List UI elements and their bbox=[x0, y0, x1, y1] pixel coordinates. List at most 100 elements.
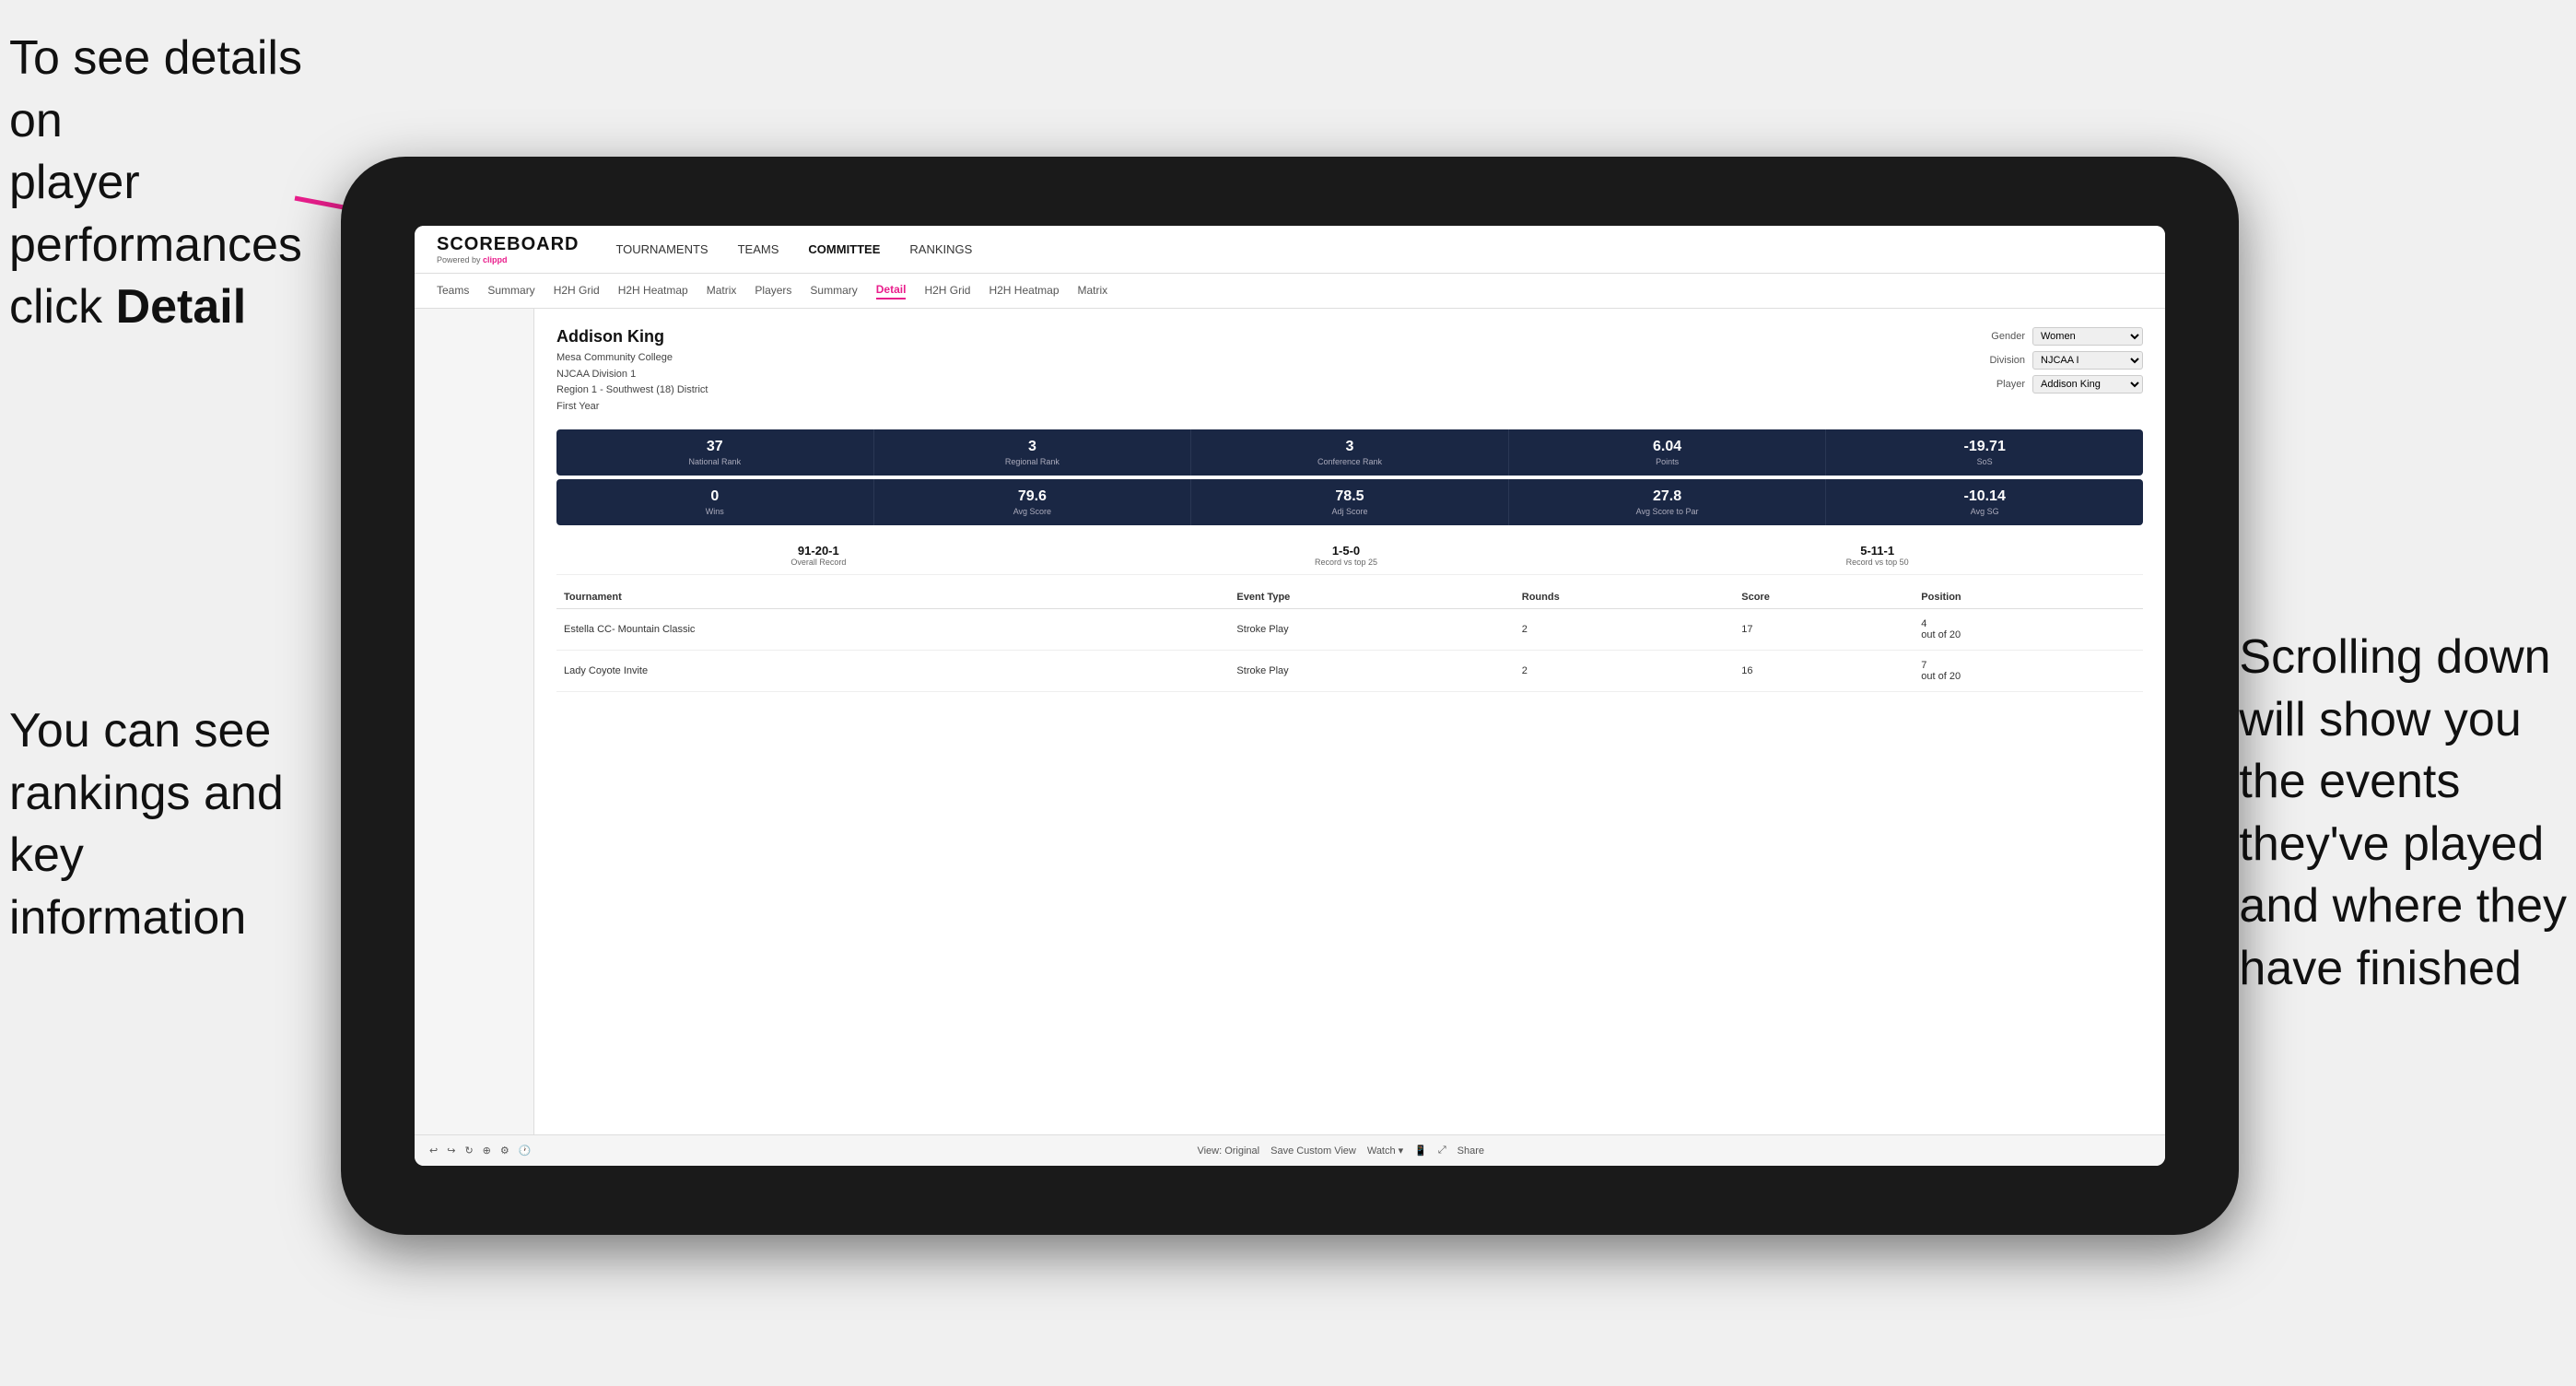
share-label: Share bbox=[1458, 1145, 1484, 1157]
subnav-h2h-grid[interactable]: H2H Grid bbox=[554, 284, 600, 299]
annotation-line3: click bbox=[9, 280, 116, 334]
subnav-summary2[interactable]: Summary bbox=[810, 284, 857, 299]
player-division: NJCAA Division 1 bbox=[556, 367, 708, 383]
clock-button[interactable]: 🕐 bbox=[519, 1145, 532, 1157]
col-spacer bbox=[1167, 586, 1229, 609]
annotation-r2: will show you bbox=[2239, 693, 2521, 746]
player-info: Addison King Mesa Community College NJCA… bbox=[556, 327, 708, 415]
annotation-r5: and where they bbox=[2239, 879, 2567, 933]
stat-cell: 37National Rank bbox=[556, 429, 874, 476]
cell-score: 16 bbox=[1734, 651, 1914, 692]
refresh-button[interactable]: ↻ bbox=[464, 1145, 473, 1157]
save-custom-button[interactable]: Save Custom View bbox=[1270, 1145, 1356, 1157]
stat-cell: 3Conference Rank bbox=[1191, 429, 1509, 476]
cell-position: 7 out of 20 bbox=[1914, 651, 2143, 692]
tablet: SCOREBOARD Powered by clippd TOURNAMENTS… bbox=[341, 157, 2239, 1235]
stat-cell: 27.8Avg Score to Par bbox=[1509, 479, 1827, 525]
player-college: Mesa Community College bbox=[556, 350, 708, 367]
cell-tournament: Estella CC- Mountain Classic bbox=[556, 609, 1167, 651]
share-button[interactable]: Share bbox=[1458, 1145, 1484, 1157]
left-sidebar bbox=[415, 309, 534, 1134]
subnav-matrix2[interactable]: Matrix bbox=[1078, 284, 1108, 299]
table-header-row: Tournament Event Type Rounds Score Posit… bbox=[556, 586, 2143, 609]
subnav-teams[interactable]: Teams bbox=[437, 284, 469, 299]
logo-sub: Powered by clippd bbox=[437, 255, 579, 264]
annotation-r1: Scrolling down bbox=[2239, 630, 2550, 684]
gender-select[interactable]: Women Men bbox=[2032, 327, 2143, 346]
toolbar-center: View: Original Save Custom View Watch ▾ … bbox=[1197, 1145, 1484, 1157]
subnav-h2h-grid2[interactable]: H2H Grid bbox=[924, 284, 970, 299]
subnav-matrix[interactable]: Matrix bbox=[707, 284, 737, 299]
table-row: Estella CC- Mountain Classic Stroke Play… bbox=[556, 609, 2143, 651]
record-item: 91-20-1Overall Record bbox=[790, 544, 846, 567]
subnav-players[interactable]: Players bbox=[755, 284, 791, 299]
annotation-bl2: rankings and bbox=[9, 767, 284, 820]
bottom-toolbar: ↩ ↪ ↻ ⊕ ⚙ 🕐 View: Original Save Custom V… bbox=[415, 1134, 2165, 1166]
subnav-detail[interactable]: Detail bbox=[876, 283, 907, 300]
tournament-table: Tournament Event Type Rounds Score Posit… bbox=[556, 586, 2143, 692]
gender-label: Gender bbox=[1977, 331, 2025, 342]
subnav-summary[interactable]: Summary bbox=[487, 284, 534, 299]
player-header: Addison King Mesa Community College NJCA… bbox=[556, 327, 2143, 415]
nav-rankings[interactable]: RANKINGS bbox=[909, 242, 972, 256]
undo-button[interactable]: ↩ bbox=[429, 1145, 438, 1157]
gender-filter-row: Gender Women Men bbox=[1977, 327, 2143, 346]
zoom-button[interactable]: ⊕ bbox=[483, 1145, 491, 1157]
division-label: Division bbox=[1977, 355, 2025, 366]
watch-button[interactable]: Watch ▾ bbox=[1367, 1145, 1403, 1157]
annotation-bold: Detail bbox=[116, 280, 247, 334]
cell-spacer bbox=[1167, 651, 1229, 692]
content-area: Addison King Mesa Community College NJCA… bbox=[415, 309, 2165, 1134]
nav-committee[interactable]: COMMITTEE bbox=[808, 242, 880, 256]
sub-nav: Teams Summary H2H Grid H2H Heatmap Matri… bbox=[415, 274, 2165, 309]
cell-rounds: 2 bbox=[1515, 651, 1734, 692]
stats-row2: 0Wins79.6Avg Score78.5Adj Score27.8Avg S… bbox=[556, 479, 2143, 525]
annotation-r6: have finished bbox=[2239, 942, 2521, 995]
nav-tournaments[interactable]: TOURNAMENTS bbox=[615, 242, 708, 256]
table-head: Tournament Event Type Rounds Score Posit… bbox=[556, 586, 2143, 609]
table-body: Estella CC- Mountain Classic Stroke Play… bbox=[556, 609, 2143, 692]
view-original-label: View: Original bbox=[1197, 1145, 1259, 1157]
stat-cell: -10.14Avg SG bbox=[1826, 479, 2143, 525]
annotation-line1: To see details on bbox=[9, 31, 302, 147]
annotation-bl1: You can see bbox=[9, 704, 271, 758]
division-select[interactable]: NJCAA I NJCAA II bbox=[2032, 351, 2143, 370]
save-custom-label: Save Custom View bbox=[1270, 1145, 1356, 1157]
record-item: 1-5-0Record vs top 25 bbox=[1315, 544, 1377, 567]
toolbar-left: ↩ ↪ ↻ ⊕ ⚙ 🕐 bbox=[429, 1145, 531, 1157]
annotation-bl3: key information bbox=[9, 828, 246, 945]
annotation-right: Scrolling down will show you the events … bbox=[2239, 627, 2567, 1001]
record-item: 5-11-1Record vs top 50 bbox=[1846, 544, 1909, 567]
col-event-type: Event Type bbox=[1229, 586, 1514, 609]
player-name: Addison King bbox=[556, 327, 708, 346]
cell-tournament: Lady Coyote Invite bbox=[556, 651, 1167, 692]
subnav-h2h-heatmap2[interactable]: H2H Heatmap bbox=[989, 284, 1059, 299]
col-score: Score bbox=[1734, 586, 1914, 609]
cell-position: 4 out of 20 bbox=[1914, 609, 2143, 651]
stat-cell: 3Regional Rank bbox=[874, 429, 1192, 476]
settings-button[interactable]: ⚙ bbox=[500, 1145, 509, 1157]
player-label: Player bbox=[1977, 379, 2025, 390]
stat-cell: 6.04Points bbox=[1509, 429, 1827, 476]
player-select[interactable]: Addison King bbox=[2032, 375, 2143, 393]
redo-button[interactable]: ↪ bbox=[447, 1145, 455, 1157]
records-row: 91-20-1Overall Record 1-5-0Record vs top … bbox=[556, 536, 2143, 575]
cell-rounds: 2 bbox=[1515, 609, 1734, 651]
cell-event-type: Stroke Play bbox=[1229, 609, 1514, 651]
col-tournament: Tournament bbox=[556, 586, 1167, 609]
nav-teams[interactable]: TEAMS bbox=[738, 242, 779, 256]
player-filter-row: Player Addison King bbox=[1977, 375, 2143, 393]
stat-cell: 0Wins bbox=[556, 479, 874, 525]
cell-event-type: Stroke Play bbox=[1229, 651, 1514, 692]
expand-button[interactable]: ⤢ bbox=[1438, 1145, 1446, 1157]
logo-main: SCOREBOARD bbox=[437, 234, 579, 255]
subnav-h2h-heatmap[interactable]: H2H Heatmap bbox=[618, 284, 688, 299]
cell-score: 17 bbox=[1734, 609, 1914, 651]
device-button[interactable]: 📱 bbox=[1414, 1145, 1427, 1157]
annotation-bottom-left: You can see rankings and key information bbox=[9, 700, 322, 949]
logo-clippd: clippd bbox=[483, 255, 508, 264]
annotation-top-left: To see details on player performances cl… bbox=[9, 28, 322, 339]
view-original-button[interactable]: View: Original bbox=[1197, 1145, 1259, 1157]
app-header: SCOREBOARD Powered by clippd TOURNAMENTS… bbox=[415, 226, 2165, 274]
tablet-screen: SCOREBOARD Powered by clippd TOURNAMENTS… bbox=[415, 226, 2165, 1166]
